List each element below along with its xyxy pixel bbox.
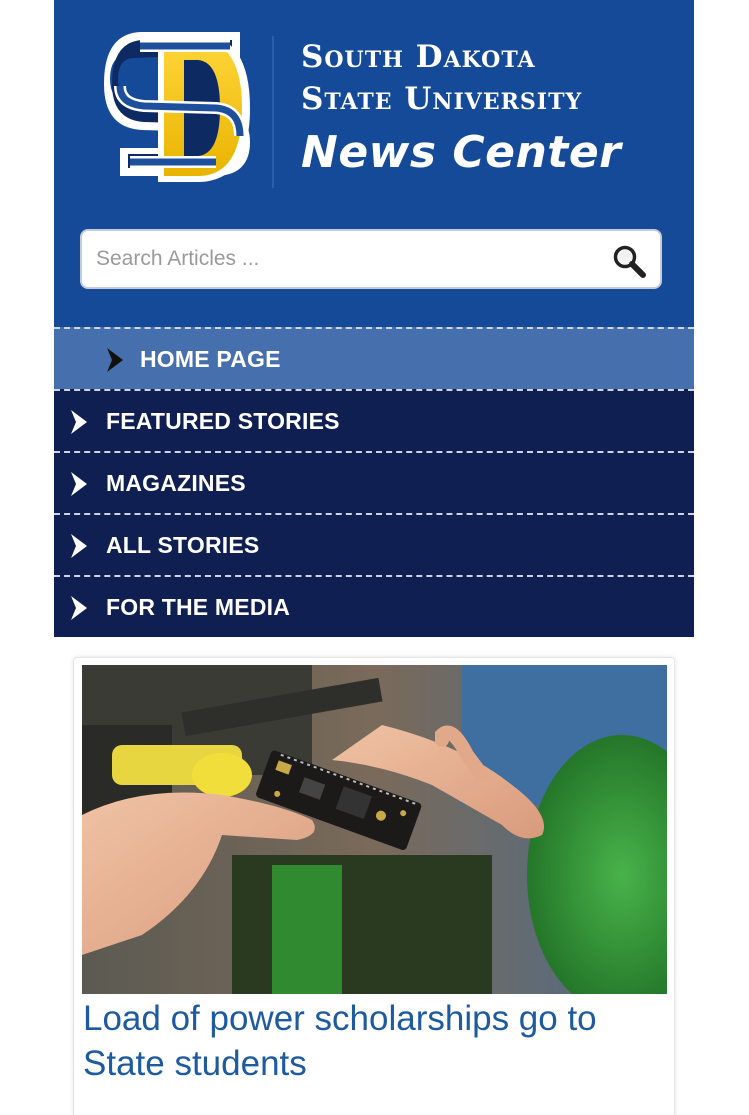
article-card: Load of power scholarships go to State s…	[73, 657, 675, 1115]
chevron-right-icon	[71, 410, 87, 434]
nav-item-for-the-media[interactable]: FOR THE MEDIA	[54, 575, 694, 637]
article-headline[interactable]: Load of power scholarships go to State s…	[83, 996, 663, 1086]
main-navigation: HOME PAGE FEATURED STORIES MAGAZINES ALL…	[54, 327, 694, 637]
nav-item-home-page[interactable]: HOME PAGE	[54, 327, 694, 389]
nav-item-all-stories[interactable]: ALL STORIES	[54, 513, 694, 575]
nav-label: ALL STORIES	[106, 531, 260, 558]
chevron-right-icon	[71, 472, 87, 496]
page-container: South Dakota State University News Cente…	[54, 0, 694, 637]
sdsu-logo[interactable]	[100, 24, 260, 192]
search-input[interactable]	[82, 231, 582, 287]
brand-news-center: News Center	[301, 127, 622, 178]
brand-line-1: South Dakota	[301, 39, 536, 75]
site-header: South Dakota State University News Cente…	[54, 0, 694, 327]
nav-label: FOR THE MEDIA	[106, 593, 291, 620]
nav-item-magazines[interactable]: MAGAZINES	[54, 451, 694, 513]
brand-line-2: State University	[301, 81, 583, 117]
nav-label: MAGAZINES	[106, 469, 246, 496]
nav-item-featured-stories[interactable]: FEATURED STORIES	[54, 389, 694, 451]
nav-label: FEATURED STORIES	[106, 407, 340, 434]
article-photo[interactable]	[82, 665, 667, 994]
chevron-right-icon	[71, 596, 87, 620]
logo-divider	[272, 36, 274, 188]
nav-label: HOME PAGE	[140, 345, 281, 372]
brand-wordmark[interactable]: South Dakota State University News Cente…	[301, 36, 621, 186]
chevron-right-icon	[107, 348, 123, 372]
search-box	[80, 229, 662, 289]
magnifier-icon[interactable]	[612, 244, 646, 278]
chevron-right-icon	[71, 534, 87, 558]
